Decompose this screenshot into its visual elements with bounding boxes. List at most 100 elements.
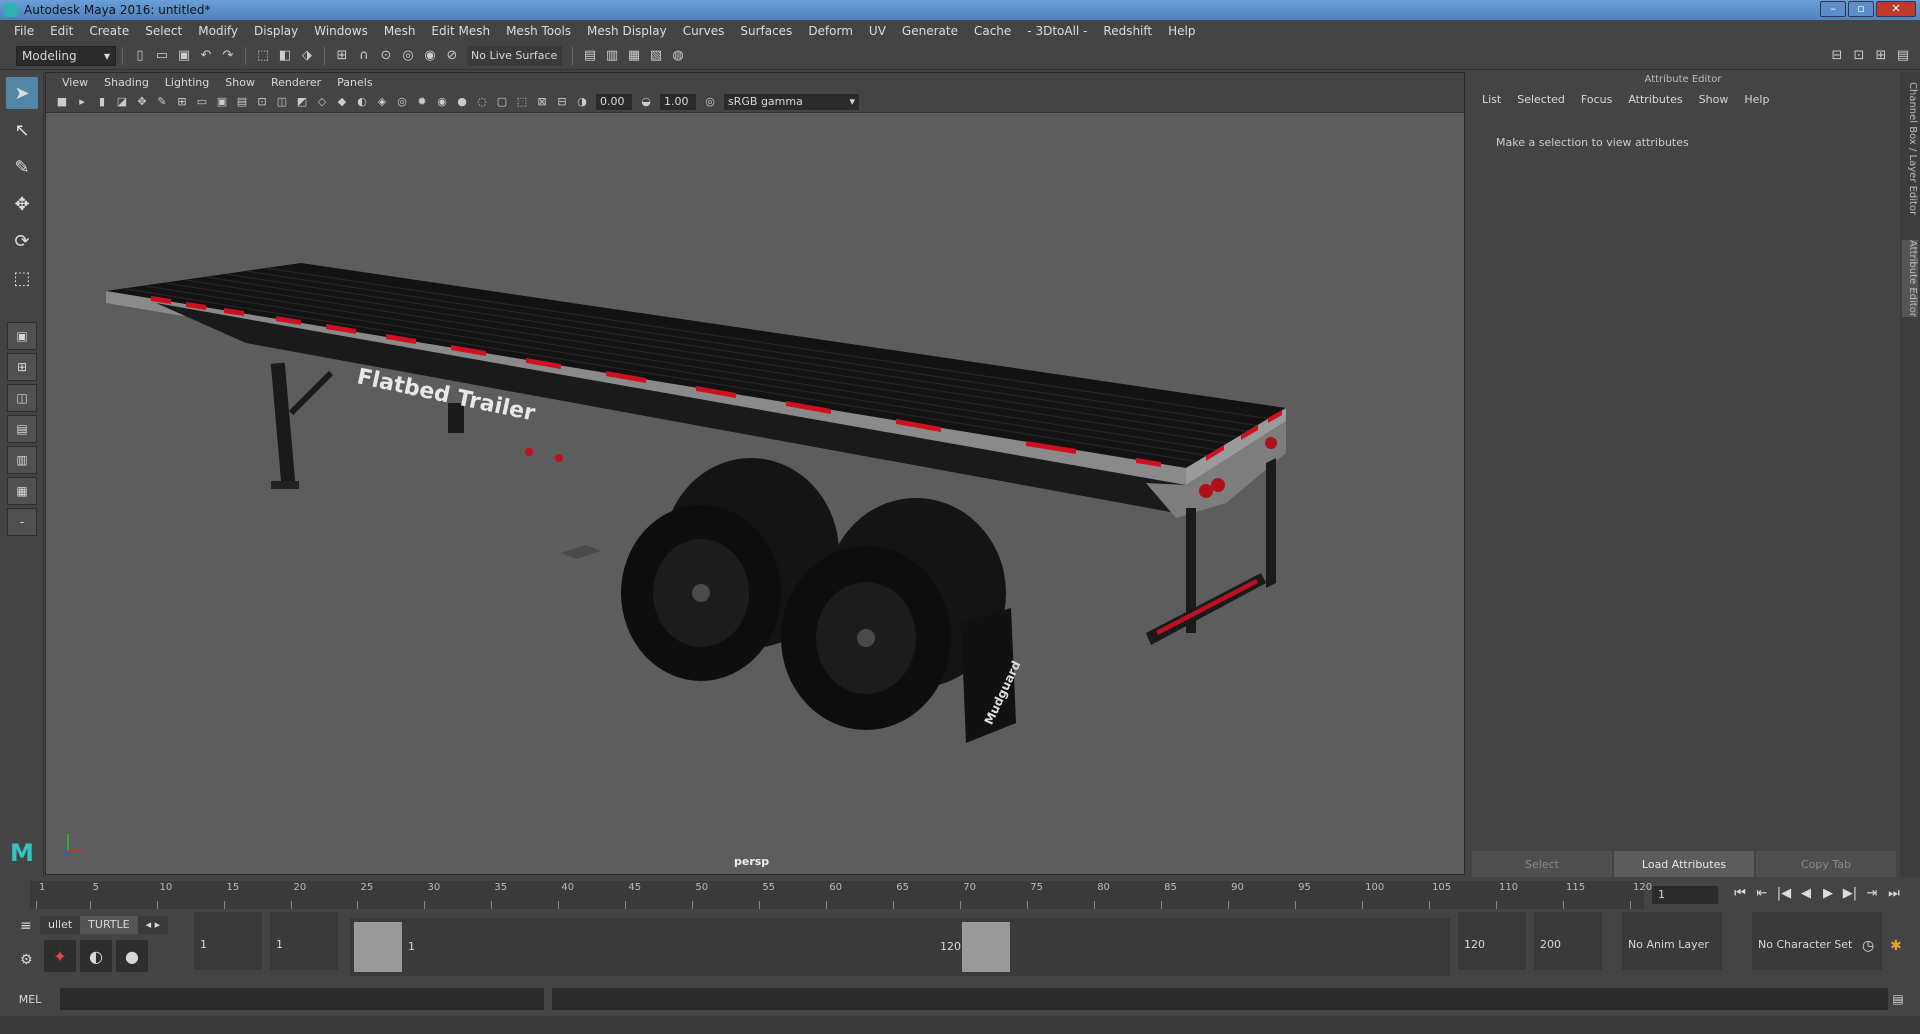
film-gate-icon[interactable]: ▭ — [194, 94, 210, 110]
shelf-settings-icon[interactable]: ⚙ — [20, 952, 33, 968]
snap-surface-icon[interactable]: ◉ — [421, 47, 439, 65]
go-to-end-icon[interactable]: ⏭ — [1886, 886, 1902, 901]
menu-windows[interactable]: Windows — [306, 24, 376, 38]
ambient-occlusion-icon[interactable]: ● — [454, 94, 470, 110]
xray-active-icon[interactable]: ⊟ — [554, 94, 570, 110]
select-button[interactable]: Select — [1472, 851, 1612, 877]
menu-mesh-display[interactable]: Mesh Display — [579, 24, 675, 38]
grid-icon[interactable]: ⊞ — [174, 94, 190, 110]
gamma-field[interactable]: 1.00 — [660, 93, 696, 110]
current-frame-field[interactable]: 1 — [1652, 886, 1718, 904]
menu-generate[interactable]: Generate — [894, 24, 966, 38]
turtle-render-icon[interactable]: ✦ — [44, 940, 76, 972]
tab-attribute-editor[interactable]: Attribute Editor — [1902, 240, 1918, 317]
grease-pencil-icon[interactable]: ✎ — [154, 94, 170, 110]
start-time-field[interactable]: 1 — [194, 912, 262, 970]
channel-box-toggle-icon[interactable]: ▤ — [1894, 47, 1912, 65]
layout-icon[interactable]: ⊞ — [1872, 47, 1890, 65]
safe-action-icon[interactable]: ◫ — [274, 94, 290, 110]
open-scene-icon[interactable]: ▭ — [153, 47, 171, 65]
select-hierarchy-icon[interactable]: ⬚ — [254, 47, 272, 65]
menu-help[interactable]: Help — [1160, 24, 1203, 38]
render-view-icon[interactable]: ▤ — [581, 47, 599, 65]
viewport-menu-panels[interactable]: Panels — [329, 76, 380, 89]
viewport-panel[interactable]: View Shading Lighting Show Renderer Panels ■ … — [45, 72, 1465, 875]
four-pane-layout-icon[interactable]: ⊞ — [7, 353, 37, 381]
side-by-side-layout-icon[interactable]: ◫ — [7, 384, 37, 412]
ipr-render-icon[interactable]: ▦ — [625, 47, 643, 65]
play-forward-icon[interactable]: ▶ — [1820, 886, 1836, 901]
snap-grid-icon[interactable]: ⊞ — [333, 47, 351, 65]
range-handle-end[interactable] — [962, 922, 1010, 972]
select-object-icon[interactable]: ◧ — [276, 47, 294, 65]
hypershade-layout-icon[interactable]: ▦ — [7, 477, 37, 505]
symmetry-icon[interactable]: ⊘ — [443, 47, 461, 65]
menu-create[interactable]: Create — [81, 24, 137, 38]
exposure-icon[interactable]: ◑ — [574, 94, 590, 110]
select-tool-icon[interactable]: ➤ — [6, 77, 38, 109]
snap-view-icon[interactable]: ◎ — [399, 47, 417, 65]
tab-bullet[interactable]: ullet — [40, 916, 81, 934]
menu-surfaces[interactable]: Surfaces — [732, 24, 800, 38]
menu-cache[interactable]: Cache — [966, 24, 1019, 38]
gate-mask-icon[interactable]: ▤ — [234, 94, 250, 110]
single-pane-layout-icon[interactable]: ▣ — [7, 322, 37, 350]
persp-graph-layout-icon[interactable]: ▥ — [7, 446, 37, 474]
antialias-icon[interactable]: ▢ — [494, 94, 510, 110]
shadows-icon[interactable]: ◉ — [434, 94, 450, 110]
render-current-icon[interactable]: ▥ — [603, 47, 621, 65]
end-time-field[interactable]: 200 — [1534, 912, 1602, 970]
attr-menu-selected[interactable]: Selected — [1509, 93, 1573, 106]
menu-select[interactable]: Select — [137, 24, 190, 38]
new-scene-icon[interactable]: ▯ — [131, 47, 149, 65]
snap-curve-icon[interactable]: ∩ — [355, 47, 373, 65]
isolate-select-icon[interactable]: ⬚ — [514, 94, 530, 110]
time-ruler[interactable]: 1 5 10 15 20 25 30 35 40 45 50 55 60 65 70 75 80 85 90 95 10… — [30, 881, 1652, 909]
color-management-icon[interactable]: ◎ — [702, 94, 718, 110]
persp-outliner-layout-icon[interactable]: ▤ — [7, 415, 37, 443]
bookmark-icon[interactable]: ▮ — [94, 94, 110, 110]
range-slider[interactable]: 1 120 — [350, 918, 1450, 976]
viewport-menu-view[interactable]: View — [54, 76, 96, 89]
lasso-tool-icon[interactable]: ↖ — [6, 114, 38, 146]
tab-scroll-icon[interactable]: ◂ ▸ — [137, 916, 169, 934]
time-slider[interactable]: 1 5 10 15 20 25 30 35 40 45 50 55 60 65 70 75 80 85 90 95 10… — [0, 877, 1920, 912]
snap-point-icon[interactable]: ⊙ — [377, 47, 395, 65]
redo-icon[interactable]: ↷ — [219, 47, 237, 65]
xray-joints-icon[interactable]: ⊠ — [534, 94, 550, 110]
colorspace-dropdown[interactable]: sRGB gamma ▾ — [724, 93, 859, 110]
outliner-toggle-icon[interactable]: ⊡ — [1850, 47, 1868, 65]
menu-mesh-tools[interactable]: Mesh Tools — [498, 24, 579, 38]
attr-menu-show[interactable]: Show — [1691, 93, 1737, 106]
exposure-field[interactable]: 0.00 — [596, 93, 632, 110]
command-input[interactable] — [60, 988, 544, 1010]
tab-channel-box[interactable]: Channel Box / Layer Editor — [1902, 82, 1918, 215]
lights-icon[interactable]: ✹ — [414, 94, 430, 110]
menu-modify[interactable]: Modify — [190, 24, 246, 38]
scene-view[interactable]: Mudguard Flatbed Trailer — [46, 113, 1466, 876]
go-to-start-icon[interactable]: ⏮ — [1732, 886, 1748, 901]
select-component-icon[interactable]: ⬗ — [298, 47, 316, 65]
default-material-icon[interactable]: ◐ — [354, 94, 370, 110]
collapse-layouts-icon[interactable]: - — [7, 508, 37, 536]
menu-redshift[interactable]: Redshift — [1095, 24, 1160, 38]
viewport-menu-renderer[interactable]: Renderer — [263, 76, 329, 89]
step-forward-key-icon[interactable]: ⇥ — [1864, 886, 1880, 901]
textured-icon[interactable]: ◈ — [374, 94, 390, 110]
viewport-menu-lighting[interactable]: Lighting — [157, 76, 217, 89]
menu-3dtoall[interactable]: - 3DtoAll - — [1019, 24, 1095, 38]
camera-icon[interactable]: ■ — [54, 94, 70, 110]
script-language-label[interactable]: MEL — [0, 993, 60, 1006]
camera-attributes-icon[interactable]: ▸ — [74, 94, 90, 110]
hypershade-icon[interactable]: ◍ — [669, 47, 687, 65]
xray-icon[interactable]: ◎ — [394, 94, 410, 110]
shelf-menu-icon[interactable]: ≡ — [20, 918, 32, 934]
2d-pan-zoom-icon[interactable]: ✥ — [134, 94, 150, 110]
playback-start-field[interactable]: 1 — [270, 912, 338, 970]
scale-tool-icon[interactable]: ⬚ — [6, 262, 38, 294]
rotate-tool-icon[interactable]: ⟳ — [6, 225, 38, 257]
close-button[interactable]: ✕ — [1876, 1, 1916, 17]
viewport-menu-show[interactable]: Show — [217, 76, 263, 89]
live-surface-field[interactable]: No Live Surface — [467, 45, 562, 66]
attr-menu-attributes[interactable]: Attributes — [1620, 93, 1690, 106]
